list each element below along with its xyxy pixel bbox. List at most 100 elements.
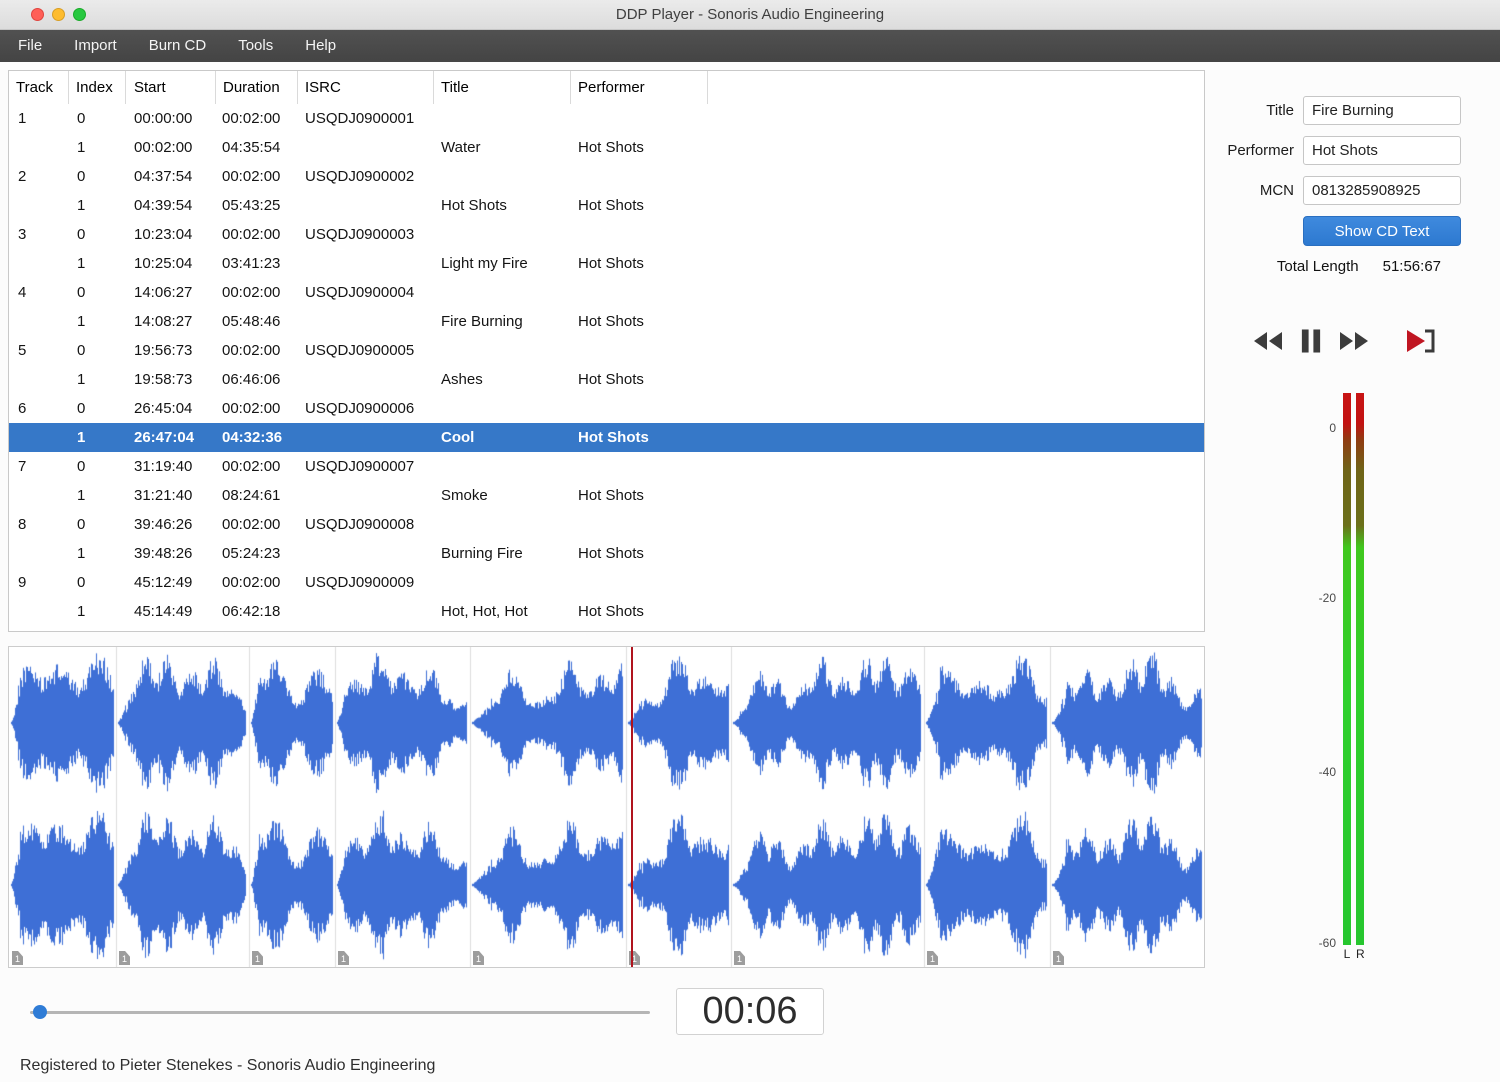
minimize-button[interactable]: [52, 8, 65, 21]
mcn-input[interactable]: [1303, 176, 1461, 205]
show-cd-text-button[interactable]: Show CD Text: [1303, 216, 1461, 246]
column-header-performer: Performer: [571, 71, 708, 104]
track-row[interactable]: 5 0 19:56:73 00:02:00 USQDJ0900005: [9, 336, 1204, 365]
cell-performer: [571, 220, 708, 249]
track-row[interactable]: 6 0 26:45:04 00:02:00 USQDJ0900006: [9, 394, 1204, 423]
cell-index: 1: [77, 429, 86, 446]
pause-icon: [1301, 329, 1321, 353]
fast-forward-button[interactable]: [1338, 331, 1370, 351]
cell-track: [9, 249, 69, 278]
cell-isrc: USQDJ0900006: [305, 400, 415, 417]
cell-track: [9, 307, 69, 336]
track-row[interactable]: 1 31:21:40 08:24:61 Smoke Hot Shots: [9, 481, 1204, 510]
cell-track: 7: [18, 458, 27, 475]
cell-title: Light my Fire: [441, 255, 528, 272]
cell-track: 9: [18, 574, 27, 591]
cell-start: 26:47:04: [134, 429, 195, 446]
meter-scale-label: -20: [1318, 591, 1336, 605]
zoom-button[interactable]: [73, 8, 86, 21]
cell-isrc: [298, 481, 434, 510]
cell-isrc: USQDJ0900002: [305, 168, 415, 185]
cell-duration: 00:02:00: [222, 342, 281, 359]
pause-button[interactable]: [1299, 328, 1323, 354]
cell-isrc: USQDJ0900004: [305, 284, 415, 301]
cell-index: 0: [77, 574, 86, 591]
meter-bar-right: [1356, 393, 1364, 945]
track-row[interactable]: 1 04:39:54 05:43:25 Hot Shots Hot Shots: [9, 191, 1204, 220]
cell-start: 14:08:27: [134, 313, 193, 330]
cell-title: Smoke: [441, 487, 488, 504]
menu-item-file[interactable]: File: [2, 30, 58, 62]
cell-start: 39:48:26: [134, 545, 193, 562]
menu-item-burn-cd[interactable]: Burn CD: [133, 30, 223, 62]
track-row[interactable]: 9 0 45:12:49 00:02:00 USQDJ0900009: [9, 568, 1204, 597]
track-row[interactable]: 1 19:58:73 06:46:06 Ashes Hot Shots: [9, 365, 1204, 394]
cell-index: 0: [77, 168, 86, 185]
cell-isrc: [298, 365, 434, 394]
cell-performer: Hot Shots: [578, 603, 644, 620]
cell-performer: [571, 452, 708, 481]
title-input[interactable]: [1303, 96, 1461, 125]
cell-title: Cool: [441, 429, 475, 446]
cell-title: [434, 452, 571, 481]
column-header-filler: [708, 71, 1204, 104]
track-row[interactable]: 1 45:14:49 06:42:18 Hot, Hot, Hot Hot Shots: [9, 597, 1204, 626]
cell-index: 1: [77, 197, 86, 214]
track-row[interactable]: 4 0 14:06:27 00:02:00 USQDJ0900004: [9, 278, 1204, 307]
cell-performer: [571, 162, 708, 191]
cell-start: 31:21:40: [134, 487, 193, 504]
seek-thumb[interactable]: [33, 1005, 47, 1019]
play-marker-button[interactable]: [1405, 328, 1437, 354]
cell-isrc: USQDJ0900003: [305, 226, 415, 243]
cell-performer: [571, 278, 708, 307]
track-row[interactable]: 1 14:08:27 05:48:46 Fire Burning Hot Shots: [9, 307, 1204, 336]
track-table-body: 1 0 00:00:00 00:02:00 USQDJ0900001 1 00:02:00 0…: [9, 104, 1204, 626]
track-row[interactable]: 7 0 31:19:40 00:02:00 USQDJ0900007: [9, 452, 1204, 481]
cell-duration: 00:02:00: [222, 516, 281, 533]
seek-slider[interactable]: [30, 1004, 650, 1020]
column-header-index: Index: [69, 71, 126, 104]
cell-performer: [571, 104, 708, 133]
track-row[interactable]: 3 0 10:23:04 00:02:00 USQDJ0900003: [9, 220, 1204, 249]
title-label: Title: [1266, 102, 1294, 119]
cell-index: 1: [77, 487, 86, 504]
cell-track: 2: [18, 168, 27, 185]
cell-track: 8: [18, 516, 27, 533]
cell-performer: Hot Shots: [578, 371, 644, 388]
track-row[interactable]: 1 26:47:04 04:32:36 Cool Hot Shots: [9, 423, 1204, 452]
transport-controls: [1252, 324, 1437, 358]
cell-isrc: USQDJ0900005: [305, 342, 415, 359]
cell-track: [9, 365, 69, 394]
cell-duration: 00:02:00: [222, 400, 281, 417]
track-row[interactable]: 8 0 39:46:26 00:02:00 USQDJ0900008: [9, 510, 1204, 539]
cell-track: 4: [18, 284, 27, 301]
cell-isrc: USQDJ0900001: [305, 110, 415, 127]
menu-item-tools[interactable]: Tools: [222, 30, 289, 62]
seek-track[interactable]: [30, 1011, 650, 1014]
waveform-canvas[interactable]: [9, 647, 1204, 967]
cell-duration: 00:02:00: [222, 110, 281, 127]
rewind-button[interactable]: [1252, 331, 1284, 351]
cell-duration: 00:02:00: [222, 574, 281, 591]
cell-start: 10:23:04: [134, 226, 193, 243]
cell-start: 45:12:49: [134, 574, 193, 591]
menu-item-import[interactable]: Import: [58, 30, 133, 62]
close-button[interactable]: [31, 8, 44, 21]
track-row[interactable]: 1 39:48:26 05:24:23 Burning Fire Hot Shots: [9, 539, 1204, 568]
meter-channel-label-l: L: [1343, 947, 1351, 961]
menu-item-help[interactable]: Help: [289, 30, 352, 62]
performer-input[interactable]: [1303, 136, 1461, 165]
level-meter: 0 -20 -40 -60 L R: [1290, 385, 1420, 985]
track-row[interactable]: 1 00:02:00 04:35:54 Water Hot Shots: [9, 133, 1204, 162]
cell-start: 19:56:73: [134, 342, 193, 359]
track-row[interactable]: 1 0 00:00:00 00:02:00 USQDJ0900001: [9, 104, 1204, 133]
play-marker-icon: [1407, 329, 1435, 353]
cell-start: 04:39:54: [134, 197, 193, 214]
cell-start: 31:19:40: [134, 458, 193, 475]
track-row[interactable]: 1 10:25:04 03:41:23 Light my Fire Hot Shots: [9, 249, 1204, 278]
track-row[interactable]: 2 0 04:37:54 00:02:00 USQDJ0900002: [9, 162, 1204, 191]
cell-performer: Hot Shots: [578, 255, 644, 272]
cell-title: [434, 336, 571, 365]
cell-start: 19:58:73: [134, 371, 193, 388]
cell-isrc: [298, 249, 434, 278]
